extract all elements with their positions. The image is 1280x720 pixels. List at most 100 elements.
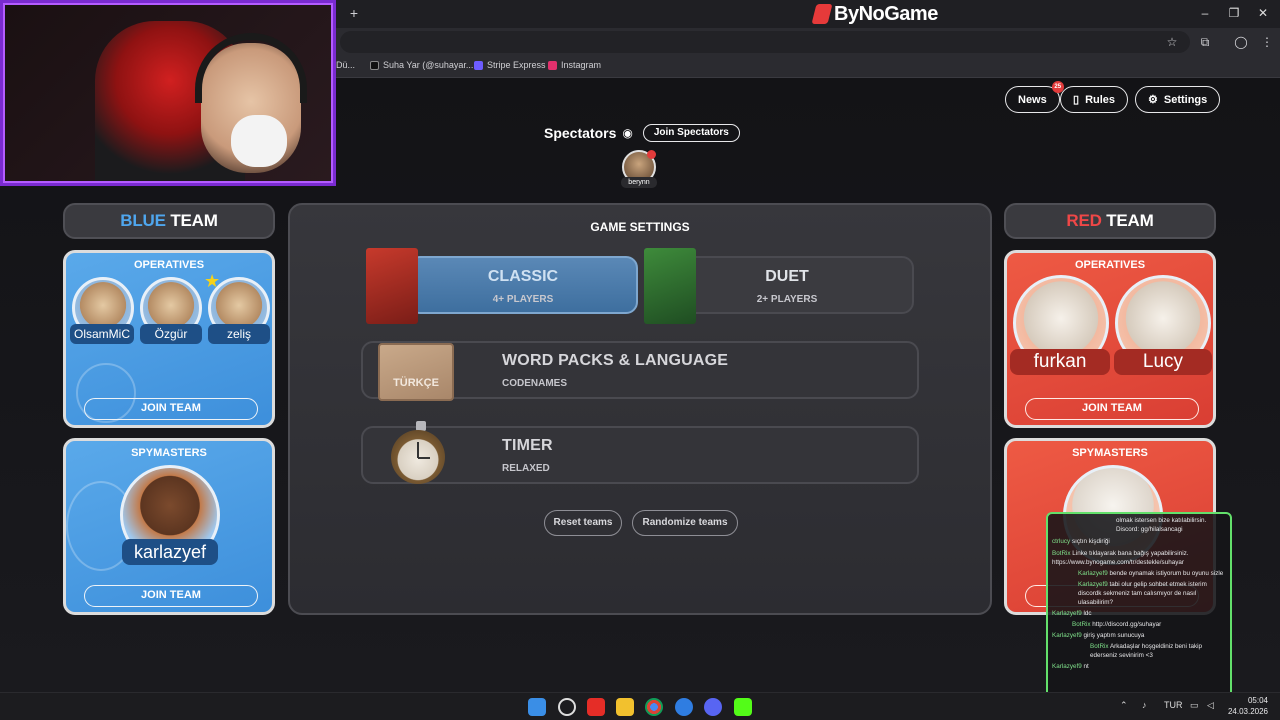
chat-user: ctrlucy [1052,538,1071,545]
bookmark-label: Stripe Express [487,60,546,70]
eye-icon: ◉ [622,126,633,140]
mode-players: 2+ PLAYERS [756,294,818,305]
randomize-teams-button[interactable]: Randomize teams [632,510,738,536]
player-name: OlsamMiC [70,324,134,344]
chat-message: Karlazyef9 tabi olur gelip sohbet etmek … [1048,580,1230,607]
rules-button[interactable]: ▯ Rules [1060,86,1129,113]
word-pack-box-icon: TÜRKÇE [378,343,454,401]
blue-spymasters-title: SPYMASTERS [131,447,207,459]
windows-start-icon[interactable] [528,698,546,716]
player-name: furkan [1010,349,1110,375]
bookmark-star-icon[interactable]: ☆ [1165,35,1179,49]
red-team-header: RED TEAM [1004,203,1216,239]
spectators-header: Spectators ◉ Join Spectators [544,124,740,142]
blue-team-header: BLUE TEAM [63,203,275,239]
blue-team-color-word: BLUE [120,211,166,230]
clock-time: 05:04 [1247,696,1268,705]
close-icon[interactable]: ✕ [1256,6,1270,20]
word-pack-box-label: TÜRKÇE [393,377,439,389]
bookmark-item[interactable]: Suha Yar (@suhayar.... [370,60,476,70]
url-field[interactable] [340,31,1190,53]
chat-text: giriş yaptım sunucuya [1083,632,1145,639]
classic-mode-option[interactable]: CLASSIC 4+ PLAYERS [408,256,638,314]
codenames-box-icon [366,248,418,324]
settings-button[interactable]: ⚙ Settings [1135,86,1221,113]
reset-teams-button[interactable]: Reset teams [544,510,622,536]
chat-message: Karlazyef9 bende oynamak istiyorum bu oy… [1048,569,1230,578]
blue-spymasters-join-button[interactable]: JOIN TEAM [84,585,258,607]
red-team-title-word: TEAM [1106,211,1154,230]
bookmark-label: Instagram [561,60,602,70]
word-packs-title: WORD PACKS & LANGUAGE [502,352,729,369]
player-name: Lucy [1114,349,1212,375]
timer-row[interactable]: TIMER RELAXED [361,421,919,484]
chat-message: BotRix Linke tıklayarak bana bağış yapab… [1048,549,1230,567]
maximize-icon[interactable]: ❐ [1227,6,1241,20]
file-explorer-icon[interactable] [616,698,634,716]
tray-expand-icon[interactable]: ⌃ [1120,700,1128,711]
join-spectators-button[interactable]: Join Spectators [642,124,740,142]
chat-user: Karlazyef9 [1052,610,1082,617]
youtube-icon[interactable] [587,698,605,716]
language-indicator[interactable]: TUR [1164,700,1183,710]
blue-operatives-join-button[interactable]: JOIN TEAM [84,398,258,420]
bookmark-item[interactable]: Stripe Express [474,60,546,70]
timer-value: RELAXED [502,463,550,474]
chat-message: Karlazyef9 giriş yaptım sunucuya [1048,631,1230,640]
tissue [231,115,287,167]
bookmark-item[interactable]: Instagram [548,60,601,70]
player-name: Özgür [140,324,202,344]
word-packs-value: CODENAMES [502,378,568,389]
system-clock[interactable]: 05:04 24.03.2026 [1228,695,1268,717]
chat-text: bende oynamak istiyorum bu oyunu sizle [1109,570,1224,577]
chat-message: Karlazyef9 ldc [1048,609,1230,618]
app-icon[interactable] [675,698,693,716]
blue-spymasters-card: SPYMASTERS karlazyef JOIN TEAM [63,438,275,615]
browser-menu-icon[interactable]: ⋮ [1260,35,1274,49]
stopwatch-hand [417,442,419,458]
instagram-icon [548,60,557,70]
minimize-icon[interactable]: – [1198,6,1212,20]
volume-icon[interactable]: ◁ [1207,700,1214,711]
codenames-duet-box-icon [644,248,696,324]
network-icon[interactable]: ▭ [1190,700,1199,711]
mode-players: 4+ PLAYERS [492,294,554,305]
word-packs-row[interactable]: TÜRKÇE WORD PACKS & LANGUAGE CODENAMES [361,341,919,401]
red-operatives-join-button[interactable]: JOIN TEAM [1025,398,1199,420]
game-settings-title: GAME SETTINGS [590,220,690,234]
bookmark-label: Suha Yar (@suhayar.... [383,60,476,70]
speedometer-icon[interactable] [558,698,576,716]
duet-mode-option[interactable]: DUET 2+ PLAYERS [660,256,914,314]
mode-name: CLASSIC [487,268,559,285]
discord-icon[interactable] [704,698,722,716]
bookmark-item[interactable]: Dü... [336,60,355,70]
extensions-icon[interactable]: ⧉ [1198,35,1212,50]
chat-text: http://discord.gg/suhayar [1092,621,1162,628]
spectators-title: Spectators [544,125,617,141]
kick-icon[interactable] [734,698,752,716]
chat-user: Karlazyef9 [1078,581,1108,588]
settings-label: Settings [1163,93,1208,106]
clock-date: 24.03.2026 [1227,707,1268,716]
new-tab-button[interactable]: + [346,5,362,21]
stripe-icon [474,60,483,70]
chat-message: olmak istersen bize katılabilirsin. Disc… [1048,516,1230,534]
webcam-overlay [0,0,336,186]
timer-title: TIMER [502,437,553,454]
player-name: zeliş [208,324,270,344]
bookmark-label: Dü... [336,60,356,70]
news-button[interactable]: News 25 [1005,81,1064,113]
bookmark-icon: ▯ [1073,94,1080,106]
microphone-icon[interactable]: ♪ [1142,700,1147,710]
bynogame-logo[interactable]: ByNoGame [811,2,938,26]
red-team-color-word: RED [1066,211,1102,230]
screen: + ByNoGame – ❐ ✕ ☆ ⧉ ◯ ⋮ Dü... Suha Yar … [0,0,1280,720]
chat-text: sıçtın kişdiriği [1071,538,1110,545]
profile-icon[interactable]: ◯ [1234,35,1248,49]
spectator-name: berynn [621,177,657,188]
red-operatives-title: OPERATIVES [1074,259,1146,271]
bynogame-logo-icon [811,4,833,24]
news-label: News [1018,93,1047,106]
chrome-icon[interactable] [645,698,663,716]
mode-name: DUET [765,268,809,285]
